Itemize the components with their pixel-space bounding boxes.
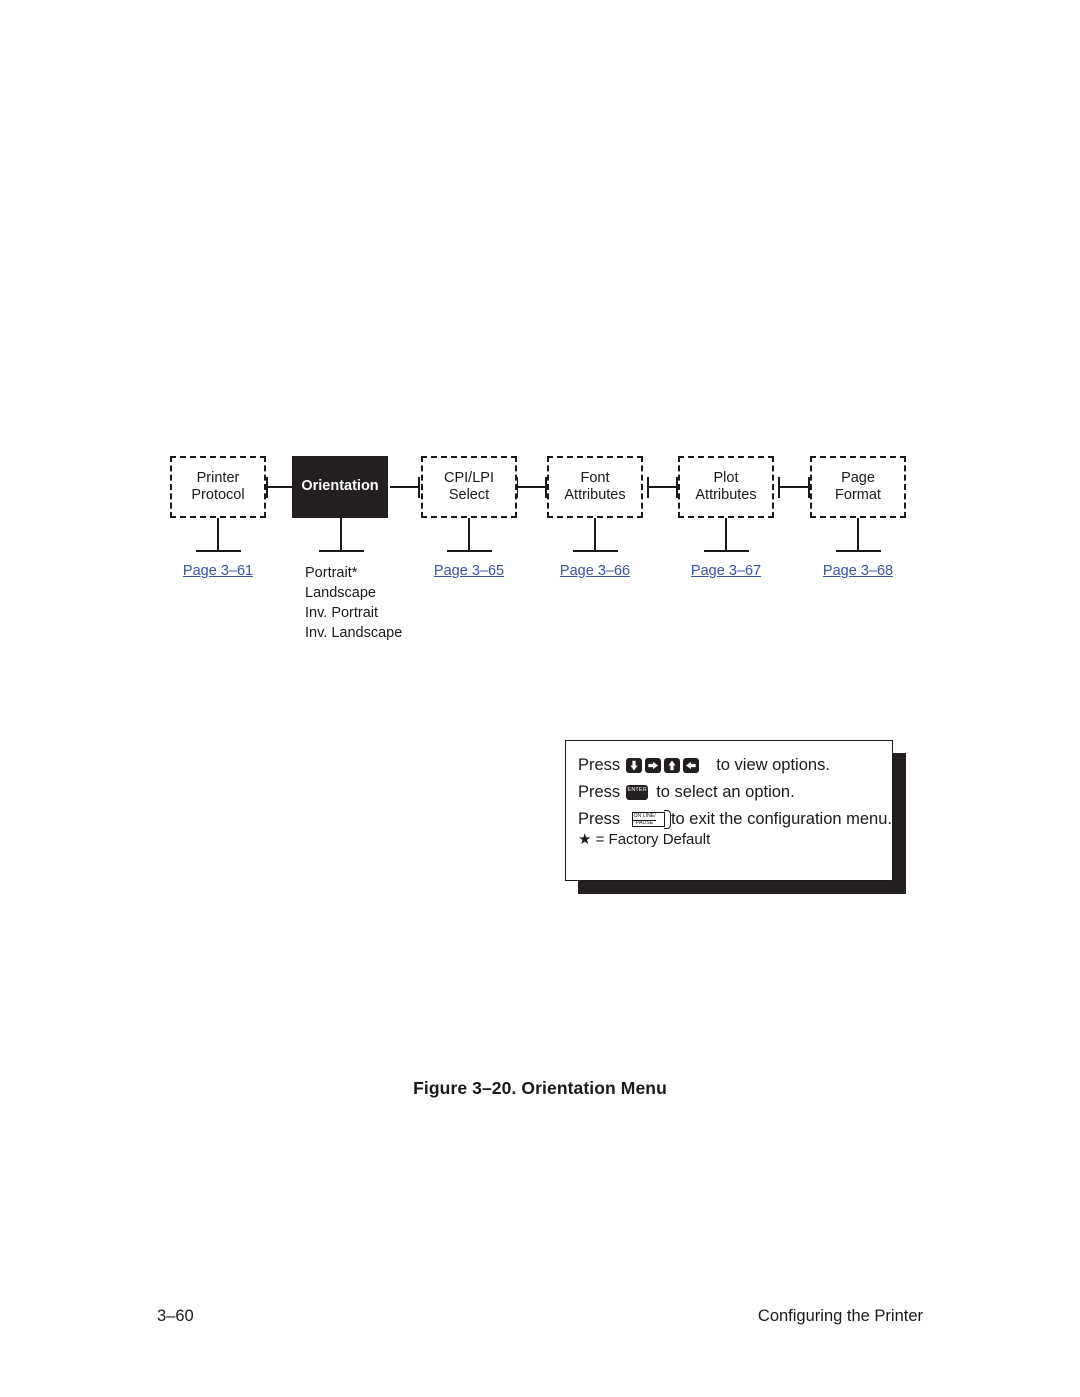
right-arrow-key-icon[interactable] — [645, 757, 662, 773]
page-link-cpi-lpi-select[interactable]: Page 3–65 — [409, 563, 529, 579]
online-pause-key-side — [664, 809, 672, 829]
note-line-2-tail: to select an option. — [656, 783, 795, 801]
figure-caption: Figure 3–20. Orientation Menu — [413, 1078, 667, 1098]
factory-default-text: ★ = Factory Default — [578, 831, 711, 848]
note-line-3-tail: to exit the configuration menu. — [670, 810, 892, 828]
node-label-line-2: Select — [448, 487, 490, 503]
menu-node-orientation-current[interactable]: Orientation — [292, 456, 388, 518]
orientation-option-list: Portrait* Landscape Inv. Portrait Inv. L… — [305, 563, 402, 643]
node-label-line-2: Format — [835, 487, 881, 503]
note-line-1-lead: Press — [578, 756, 621, 774]
note-line-factory-default: ★ = Factory Default — [578, 830, 892, 850]
menu-node-cpi-lpi-select[interactable]: CPI/LPI Select — [421, 456, 517, 518]
page-link-font-attributes[interactable]: Page 3–66 — [535, 563, 655, 579]
node-label-line-1: Plot — [713, 469, 739, 486]
note-box-body: Press to view options. Press ENTER to se… — [565, 740, 893, 881]
node-label-line-1: CPI/LPI — [444, 469, 494, 486]
node-label-line-1: Printer — [196, 469, 240, 486]
left-arrow-key-icon[interactable] — [683, 757, 700, 773]
note-line-3-lead: Press — [578, 810, 621, 828]
menu-node-page-format[interactable]: Page Format — [810, 456, 906, 518]
footer-page-number: 3–60 — [157, 1307, 194, 1325]
online-pause-key-label-line2: PAUSE — [635, 819, 654, 826]
option-landscape[interactable]: Landscape — [305, 583, 402, 603]
note-line-select-option: Press ENTER to select an option. — [578, 782, 892, 802]
online-pause-key-icon[interactable]: ON LINE/ PAUSE — [632, 809, 672, 829]
node-label-line-2: Attributes — [564, 487, 626, 503]
instruction-note-box: Press to view options. Press ENTER to se… — [565, 740, 907, 895]
down-arrow-key-icon[interactable] — [626, 757, 643, 773]
note-line-1-tail: to view options. — [716, 756, 830, 774]
page-link-printer-protocol[interactable]: Page 3–61 — [158, 563, 278, 579]
option-inv-portrait[interactable]: Inv. Portrait — [305, 603, 402, 623]
node-label-line-1: Page — [841, 469, 875, 486]
option-inv-landscape[interactable]: Inv. Landscape — [305, 623, 402, 643]
enter-key-icon[interactable]: ENTER — [626, 784, 649, 800]
note-line-2-lead: Press — [578, 783, 621, 801]
node-label-line-2: Attributes — [695, 487, 757, 503]
node-label-line-1: Orientation — [301, 478, 379, 495]
menu-node-plot-attributes[interactable]: Plot Attributes — [678, 456, 774, 518]
note-line-exit-menu: Press ON LINE/ PAUSE to exit the configu… — [578, 809, 892, 829]
menu-node-printer-protocol[interactable]: Printer Protocol — [170, 456, 266, 518]
enter-key-label: ENTER — [627, 786, 647, 793]
menu-node-font-attributes[interactable]: Font Attributes — [547, 456, 643, 518]
up-arrow-key-icon[interactable] — [664, 757, 681, 773]
page-link-plot-attributes[interactable]: Page 3–67 — [666, 563, 786, 579]
orientation-menu-flow-diagram — [196, 477, 881, 553]
option-portrait[interactable]: Portrait* — [305, 563, 402, 583]
node-label-line-2: Protocol — [191, 487, 245, 503]
node-label-line-1: Font — [580, 469, 610, 486]
page-link-page-format[interactable]: Page 3–68 — [798, 563, 918, 579]
footer-section-title: Configuring the Printer — [757, 1307, 923, 1325]
note-line-view-options: Press to view options. — [578, 755, 892, 775]
